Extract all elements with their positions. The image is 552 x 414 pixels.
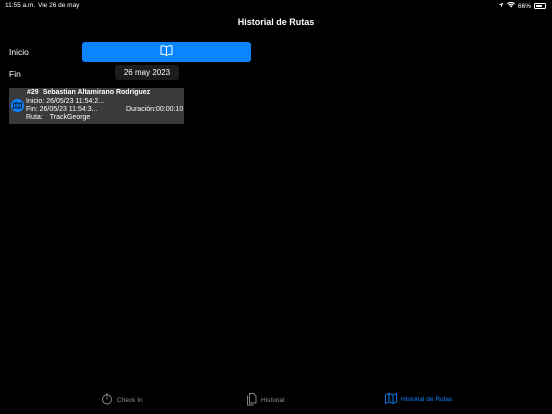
- wifi-icon: [506, 1, 515, 10]
- inicio-label: Inicio: [9, 47, 29, 57]
- location-icon: [498, 2, 504, 10]
- battery-percent: 66%: [517, 2, 531, 10]
- tab-historial-de-rutas[interactable]: Historial de Rutas: [385, 393, 452, 406]
- inicio-date-button[interactable]: [82, 42, 251, 62]
- route-track-label: Ruta:: [26, 114, 43, 121]
- status-indicators: 66%: [498, 1, 546, 10]
- document-icon: [246, 393, 257, 408]
- route-start: Inicio: 26/05/23 11:54:2...: [26, 98, 105, 105]
- tab-check-in-label: Check In: [117, 396, 143, 404]
- status-bar: 11:55 a.m. Vie 26 de may 66%: [0, 0, 552, 12]
- page-title: Historial de Rutas: [237, 17, 315, 27]
- tab-check-in[interactable]: Check In: [101, 393, 143, 407]
- route-list-item[interactable]: #29 Sebastian Altamirano Rodriguez Inicio…: [9, 88, 184, 124]
- route-number: #29: [27, 89, 39, 96]
- route-end: Fin: 26/05/23 11:54:3...: [26, 106, 98, 113]
- route-icon: [11, 99, 24, 112]
- status-date: Vie 26 de may: [38, 2, 80, 9]
- route-header: #29 Sebastian Altamirano Rodriguez: [27, 89, 150, 96]
- battery-level: [536, 5, 542, 7]
- book-icon: [160, 43, 173, 61]
- tab-bar: Check In Historial Historial de Rutas: [0, 388, 552, 414]
- route-driver-name: Sebastian Altamirano Rodriguez: [42, 89, 151, 96]
- fin-label: Fin: [9, 69, 21, 79]
- tab-historial[interactable]: Historial: [246, 393, 284, 408]
- route-track: Ruta: TrackGeorge: [26, 114, 90, 121]
- battery-icon: [534, 3, 546, 9]
- tab-historial-label: Historial: [261, 397, 285, 404]
- status-time: 11:55 a.m.: [5, 2, 36, 9]
- tab-historial-de-rutas-label: Historial de Rutas: [401, 396, 453, 403]
- stopwatch-icon: [101, 393, 113, 407]
- route-duration: Duración:00:00:10: [126, 106, 184, 113]
- route-track-value: TrackGeorge: [49, 114, 91, 121]
- fin-date-picker[interactable]: 26 may 2023: [115, 65, 179, 80]
- map-icon: [385, 393, 397, 406]
